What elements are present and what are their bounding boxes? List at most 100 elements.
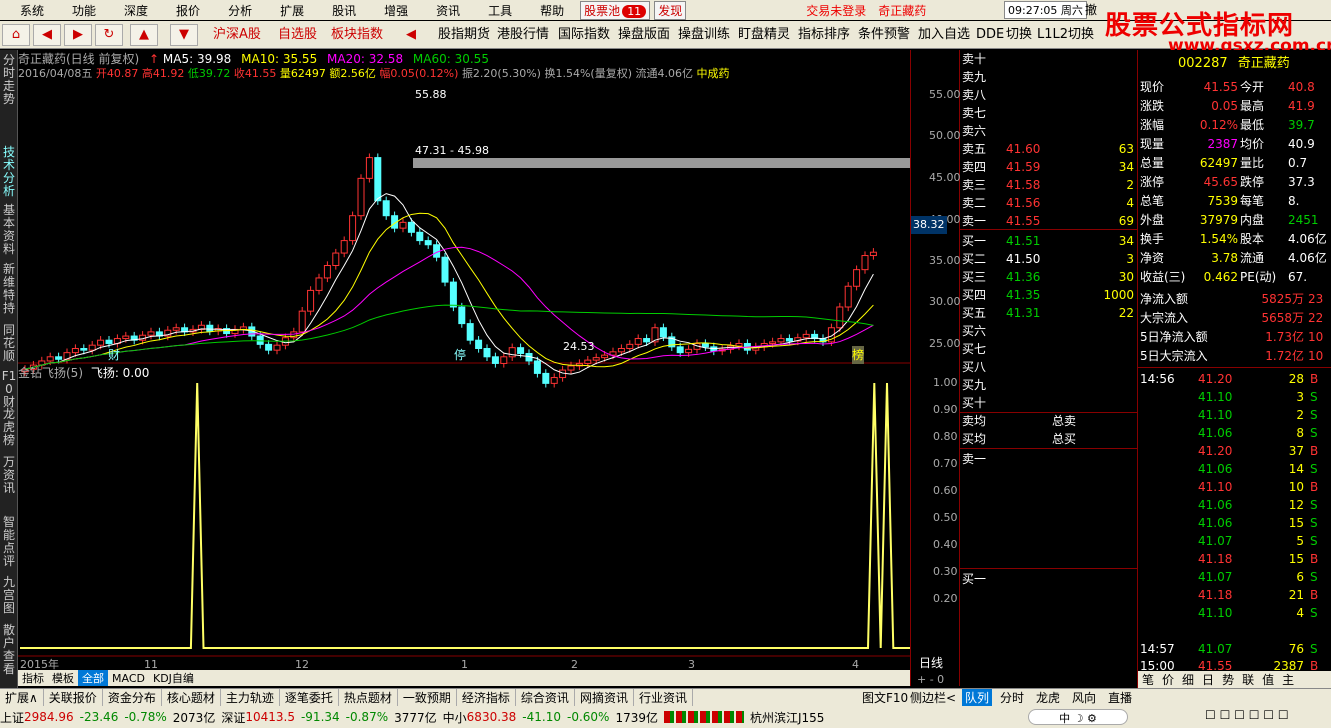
ime-bar-icon[interactable]: 中 ☽ ⚙ bbox=[1028, 709, 1128, 725]
sidebar-retail[interactable]: 散户查看 bbox=[1, 624, 17, 676]
stock-pool-button[interactable]: 股票池 11 bbox=[580, 0, 651, 20]
kline-chart-panel[interactable]: 奇正藏药(日线 前复权) ↑ MA5: 39.98 MA10: 35.55 MA… bbox=[18, 50, 913, 686]
menu-extend[interactable]: 扩展 bbox=[260, 2, 312, 19]
btab-consensus[interactable]: 一致预期 bbox=[398, 689, 457, 706]
menu-analysis[interactable]: 分析 bbox=[208, 2, 260, 19]
menu-system[interactable]: 系统 bbox=[0, 2, 52, 19]
btab-main-force[interactable]: 主力轨迹 bbox=[221, 689, 280, 706]
up-arrow-icon[interactable]: ▲ bbox=[130, 24, 158, 46]
toolbar-switch[interactable]: 切换 bbox=[1006, 23, 1032, 47]
tab-template[interactable]: 模板 bbox=[48, 670, 78, 686]
tab-macd[interactable]: MACD bbox=[108, 672, 149, 685]
tick-volume: 8 bbox=[1296, 426, 1304, 440]
menu-depth[interactable]: 深度 bbox=[104, 2, 156, 19]
menu-enhance[interactable]: 增强 bbox=[364, 2, 416, 19]
btab-extend[interactable]: 扩展∧ bbox=[0, 689, 44, 706]
candle-body bbox=[685, 348, 693, 354]
btab-industry[interactable]: 行业资讯 bbox=[634, 689, 693, 706]
city-server[interactable]: 杭州滨江J155 bbox=[750, 709, 824, 726]
sidebar-tonghuashun[interactable]: 同花顺 bbox=[1, 324, 17, 363]
tab-kdj[interactable]: KDJ自编 bbox=[149, 670, 198, 686]
menu-help[interactable]: 帮助 bbox=[520, 2, 572, 19]
toolbar-intl-index[interactable]: 国际指数 bbox=[558, 23, 610, 47]
home-icon[interactable]: ⌂ bbox=[2, 24, 30, 46]
menu-function[interactable]: 功能 bbox=[52, 2, 104, 19]
tab-value[interactable]: 值 bbox=[1258, 671, 1278, 688]
toolbar-hk-quotes[interactable]: 港股行情 bbox=[497, 23, 549, 47]
toolbar-index-futures[interactable]: 股指期货 bbox=[438, 23, 490, 47]
forward-icon[interactable]: ▶ bbox=[64, 24, 92, 46]
tab-dragon[interactable]: 龙虎 bbox=[1036, 689, 1060, 706]
toolbar-alert[interactable]: 条件预警 bbox=[858, 23, 910, 47]
sidebar-nine-grid[interactable]: 九宫图 bbox=[1, 576, 17, 615]
market-breadth-icon bbox=[663, 711, 744, 723]
candle-body bbox=[659, 327, 667, 338]
menu-quote[interactable]: 报价 bbox=[156, 2, 208, 19]
toolbar-add-watch[interactable]: 加入自选 bbox=[918, 23, 970, 47]
stat-value: 37.3 bbox=[1288, 175, 1315, 189]
mark-suspend[interactable]: 停 bbox=[454, 346, 466, 364]
sidebar-intraday[interactable]: 分时走势 bbox=[1, 54, 17, 106]
btab-orders[interactable]: 逐笔委托 bbox=[280, 689, 339, 706]
tab-bi[interactable]: 笔 bbox=[1138, 671, 1158, 688]
tab-indicator[interactable]: 指标 bbox=[18, 670, 48, 686]
sell-level-volume: 34 bbox=[1118, 160, 1134, 174]
btab-web[interactable]: 网摘资讯 bbox=[575, 689, 634, 706]
sidebar-f10[interactable]: F10财 bbox=[1, 370, 17, 409]
stat-label: 总量 bbox=[1140, 156, 1165, 170]
down-arrow-icon[interactable]: ▼ bbox=[170, 24, 198, 46]
toolbar-l1l2-switch[interactable]: L1L2切换 bbox=[1037, 23, 1094, 47]
btab-core[interactable]: 核心题材 bbox=[162, 689, 221, 706]
tab-detail[interactable]: 细 bbox=[1178, 671, 1198, 688]
tab-link[interactable]: 联 bbox=[1238, 671, 1258, 688]
tab-wind[interactable]: 风向 bbox=[1072, 689, 1096, 706]
tab-queue[interactable]: 队列 bbox=[962, 689, 993, 706]
candle-body bbox=[46, 356, 54, 362]
sidebar-technical[interactable]: 技术分析 bbox=[1, 146, 17, 198]
btab-news[interactable]: 综合资讯 bbox=[516, 689, 575, 706]
toolbar-indicator-sort[interactable]: 指标排序 bbox=[798, 23, 850, 47]
sidebar-dragon-tiger[interactable]: 龙虎榜 bbox=[1, 408, 17, 447]
tick-side: B bbox=[1310, 372, 1319, 386]
tab-trend[interactable]: 势 bbox=[1218, 671, 1238, 688]
menu-news[interactable]: 股讯 bbox=[312, 2, 364, 19]
mark-list[interactable]: 榜 bbox=[852, 346, 865, 364]
btab-related[interactable]: 关联报价 bbox=[44, 689, 103, 706]
btab-fund[interactable]: 资金分布 bbox=[103, 689, 162, 706]
toolbar-shsz-a[interactable]: 沪深A股 bbox=[213, 23, 261, 47]
zoom-controls[interactable]: + - 0 bbox=[917, 671, 944, 689]
toolbar-watch-spirit[interactable]: 盯盘精灵 bbox=[738, 23, 790, 47]
toolbar-left-arrow[interactable]: ◀ bbox=[406, 23, 416, 47]
tab-main[interactable]: 主 bbox=[1278, 671, 1298, 688]
cancel-button[interactable]: 撤 bbox=[1085, 1, 1097, 18]
sidebar-toggle[interactable]: 侧边栏< bbox=[910, 689, 956, 706]
trade-status[interactable]: 交易未登录 bbox=[806, 2, 866, 19]
f10-button[interactable]: 图文F10 bbox=[862, 689, 908, 706]
sidebar-smart-review[interactable]: 智能点评 bbox=[1, 516, 17, 568]
discover-button[interactable]: 发现 bbox=[654, 0, 687, 20]
sidebar-basic-info[interactable]: 基本资料 bbox=[1, 204, 17, 256]
refresh-icon[interactable]: ↻ bbox=[95, 24, 123, 46]
period-label[interactable]: 日线 bbox=[919, 654, 943, 672]
tab-day[interactable]: 日 bbox=[1198, 671, 1218, 688]
candle-body bbox=[542, 372, 550, 384]
btab-hot[interactable]: 热点题材 bbox=[339, 689, 398, 706]
menu-tools[interactable]: 工具 bbox=[468, 2, 520, 19]
tab-live[interactable]: 直播 bbox=[1108, 689, 1132, 706]
bottom-tabs: 扩展∧ 关联报价 资金分布 核心题材 主力轨迹 逐笔委托 热点题材 一致预期 经… bbox=[0, 688, 1331, 706]
btab-economy[interactable]: 经济指标 bbox=[457, 689, 516, 706]
sidebar-news[interactable]: 万资讯 bbox=[1, 456, 17, 495]
tab-all[interactable]: 全部 bbox=[78, 670, 108, 686]
back-icon[interactable]: ◀ bbox=[33, 24, 61, 46]
tab-price[interactable]: 价 bbox=[1158, 671, 1178, 688]
toolbar-dde[interactable]: DDE bbox=[976, 23, 1004, 47]
menu-info[interactable]: 资讯 bbox=[416, 2, 468, 19]
toolbar-sector-index[interactable]: 板块指数 bbox=[331, 23, 383, 47]
tab-minute[interactable]: 分时 bbox=[1000, 689, 1024, 706]
mark-finance[interactable]: 财 bbox=[108, 346, 120, 364]
toolbar-trade-layout[interactable]: 操盘版面 bbox=[618, 23, 670, 47]
toolbar-watchlist[interactable]: 自选股 bbox=[278, 23, 317, 47]
toolbar-trade-training[interactable]: 操盘训练 bbox=[678, 23, 730, 47]
sidebar-new-holdings[interactable]: 新维特持 bbox=[1, 263, 17, 315]
tray-icons[interactable]: ☐ ☐ ☐ ☐ ☐ ☐ bbox=[1205, 708, 1289, 722]
